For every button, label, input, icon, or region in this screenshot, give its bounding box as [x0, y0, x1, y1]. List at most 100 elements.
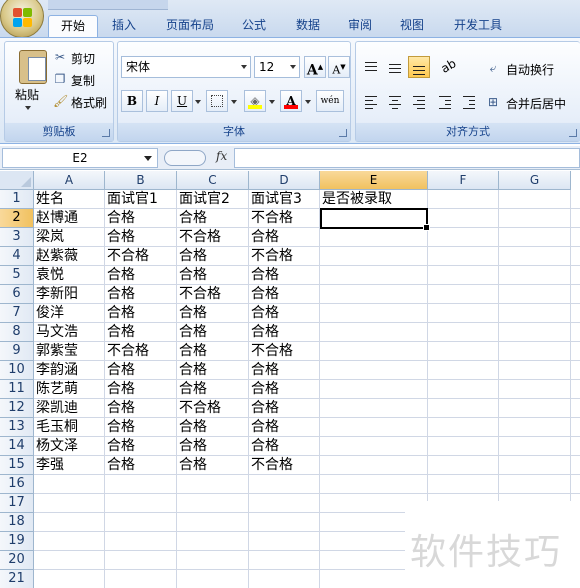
borders-button[interactable] — [206, 90, 228, 112]
table-cell[interactable]: 不合格 — [249, 209, 293, 228]
align-bottom-button[interactable] — [408, 56, 430, 78]
decrease-indent-button[interactable] — [434, 90, 456, 112]
column-header-b[interactable]: B — [105, 171, 177, 190]
table-cell[interactable]: 不合格 — [177, 399, 221, 418]
orientation-button[interactable]: ab — [436, 56, 464, 78]
column-header-f[interactable]: F — [428, 171, 499, 190]
font-size-combo[interactable]: 12 — [254, 56, 300, 78]
align-left-button[interactable] — [360, 90, 382, 112]
table-cell[interactable]: 合格 — [249, 266, 279, 285]
row-header-17[interactable]: 17 — [0, 494, 34, 513]
grow-font-button[interactable]: A▲ — [304, 56, 326, 79]
header-cell[interactable]: 面试官3 — [249, 190, 302, 209]
table-cell[interactable]: 合格 — [177, 456, 207, 475]
table-cell[interactable]: 合格 — [249, 380, 279, 399]
column-header-c[interactable]: C — [177, 171, 249, 190]
row-header-2[interactable]: 2 — [0, 209, 34, 228]
row-header-8[interactable]: 8 — [0, 323, 34, 342]
row-header-16[interactable]: 16 — [0, 475, 34, 494]
underline-dropdown-icon[interactable] — [195, 100, 201, 104]
tab-insert[interactable]: 插入 — [104, 15, 144, 37]
table-cell[interactable]: 合格 — [177, 437, 207, 456]
table-cell[interactable]: 合格 — [105, 209, 135, 228]
table-cell[interactable]: 合格 — [249, 304, 279, 323]
worksheet-grid[interactable]: ABCDEFG 1 2 3 4 5 6 7 8 9 10 11 12 13 14 15 16 17 18 19 20 2… — [0, 171, 580, 588]
table-cell[interactable]: 不合格 — [177, 228, 221, 247]
tab-data[interactable]: 数据 — [288, 15, 328, 37]
table-cell[interactable]: 合格 — [105, 418, 135, 437]
table-cell[interactable]: 赵紫薇 — [34, 247, 78, 266]
row-header-4[interactable]: 4 — [0, 247, 34, 266]
tab-review[interactable]: 审阅 — [340, 15, 380, 37]
formula-input[interactable] — [234, 148, 580, 168]
merge-center-button[interactable]: ⊞ 合并后居中 — [486, 92, 580, 112]
table-cell[interactable]: 毛玉桐 — [34, 418, 78, 437]
shrink-font-button[interactable]: A▼ — [328, 56, 350, 78]
underline-button[interactable]: U — [171, 90, 193, 112]
wrap-text-button[interactable]: ⤶ 自动换行 — [486, 58, 578, 78]
table-cell[interactable]: 合格 — [177, 380, 207, 399]
select-all-button[interactable] — [0, 171, 34, 190]
font-name-combo[interactable]: 宋体 — [121, 56, 251, 78]
table-cell[interactable]: 合格 — [249, 437, 279, 456]
fill-color-button[interactable]: ◈ — [244, 90, 266, 112]
clipboard-dialog-launcher-icon[interactable] — [102, 129, 110, 137]
table-cell[interactable]: 合格 — [105, 304, 135, 323]
table-cell[interactable]: 不合格 — [105, 247, 149, 266]
column-header-e[interactable]: E — [320, 171, 428, 190]
table-cell[interactable]: 不合格 — [177, 285, 221, 304]
table-cell[interactable]: 合格 — [177, 266, 207, 285]
table-cell[interactable]: 合格 — [249, 361, 279, 380]
italic-button[interactable]: I — [146, 90, 168, 112]
active-cell-cursor[interactable] — [320, 208, 430, 231]
header-cell[interactable]: 姓名 — [34, 190, 64, 209]
table-cell[interactable]: 合格 — [249, 285, 279, 304]
table-cell[interactable]: 不合格 — [249, 247, 293, 266]
table-cell[interactable]: 合格 — [177, 323, 207, 342]
row-header-3[interactable]: 3 — [0, 228, 34, 247]
table-cell[interactable]: 不合格 — [249, 342, 293, 361]
row-header-20[interactable]: 20 — [0, 551, 34, 570]
table-cell[interactable]: 合格 — [105, 361, 135, 380]
table-cell[interactable]: 合格 — [177, 247, 207, 266]
row-header-11[interactable]: 11 — [0, 380, 34, 399]
table-cell[interactable]: 俊洋 — [34, 304, 64, 323]
font-color-button[interactable]: A — [280, 90, 302, 112]
tab-page-layout[interactable]: 页面布局 — [158, 15, 222, 37]
row-header-10[interactable]: 10 — [0, 361, 34, 380]
table-cell[interactable]: 合格 — [177, 304, 207, 323]
header-cell[interactable]: 是否被录取 — [320, 190, 392, 209]
row-header-12[interactable]: 12 — [0, 399, 34, 418]
table-cell[interactable]: 杨文泽 — [34, 437, 78, 456]
tab-developer[interactable]: 开发工具 — [446, 15, 510, 37]
borders-dropdown-icon[interactable] — [231, 100, 237, 104]
row-header-13[interactable]: 13 — [0, 418, 34, 437]
increase-indent-button[interactable] — [458, 90, 480, 112]
align-top-button[interactable] — [360, 56, 382, 78]
fill-dropdown-icon[interactable] — [269, 100, 275, 104]
table-cell[interactable]: 合格 — [177, 361, 207, 380]
table-cell[interactable]: 合格 — [105, 266, 135, 285]
office-button[interactable] — [0, 0, 44, 38]
phonetic-button[interactable]: wén — [316, 90, 344, 112]
column-header-g[interactable]: G — [499, 171, 571, 190]
format-painter-button[interactable]: 🖌 格式刷 — [53, 92, 115, 110]
name-box[interactable]: E2 — [2, 148, 158, 168]
table-cell[interactable]: 马文浩 — [34, 323, 78, 342]
bold-button[interactable]: B — [121, 90, 143, 112]
tab-formulas[interactable]: 公式 — [234, 15, 274, 37]
table-cell[interactable]: 李韵涵 — [34, 361, 78, 380]
table-cell[interactable]: 梁岚 — [34, 228, 64, 247]
align-right-button[interactable] — [408, 90, 430, 112]
table-cell[interactable]: 合格 — [105, 323, 135, 342]
row-header-1[interactable]: 1 — [0, 190, 34, 209]
table-cell[interactable]: 李新阳 — [34, 285, 78, 304]
table-cell[interactable]: 梁凯迪 — [34, 399, 78, 418]
insert-function-icon[interactable]: fx — [216, 149, 227, 163]
table-cell[interactable]: 合格 — [177, 209, 207, 228]
table-cell[interactable]: 合格 — [105, 228, 135, 247]
table-cell[interactable]: 合格 — [249, 399, 279, 418]
header-cell[interactable]: 面试官1 — [105, 190, 158, 209]
table-cell[interactable]: 合格 — [177, 342, 207, 361]
table-cell[interactable]: 不合格 — [249, 456, 293, 475]
